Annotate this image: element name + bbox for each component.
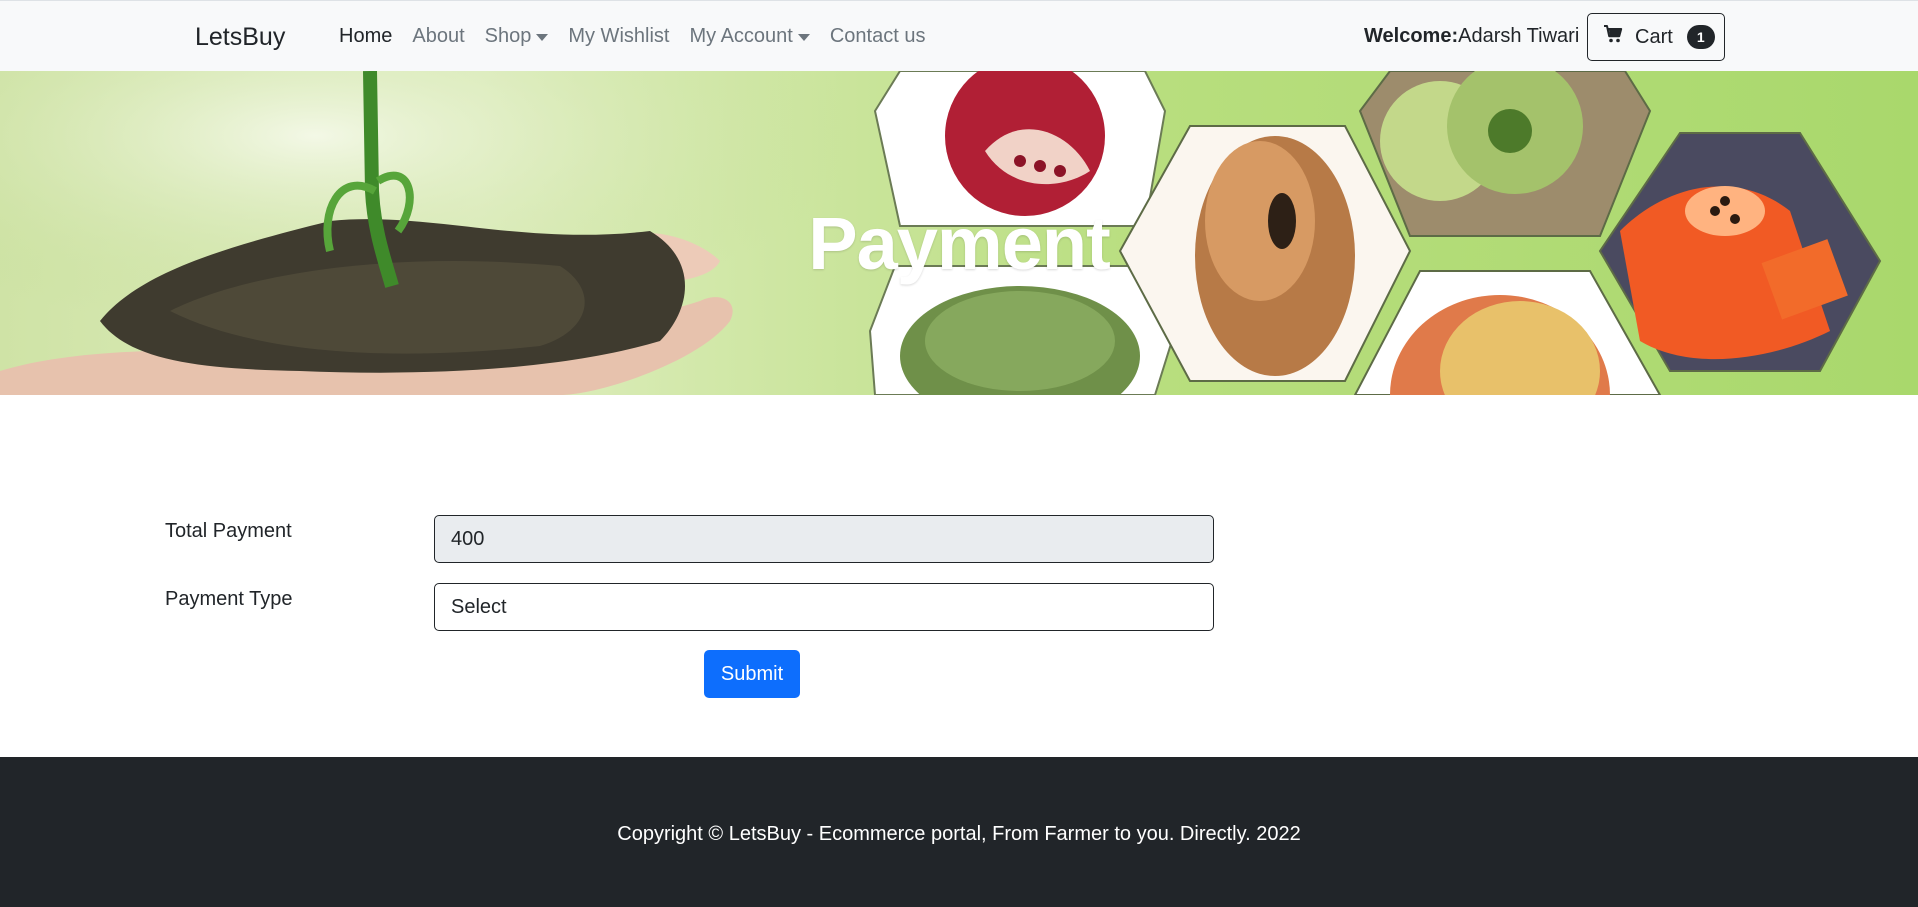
nav-contact-us[interactable]: Contact us bbox=[830, 25, 926, 48]
page-title: Payment bbox=[808, 202, 1110, 285]
navbar: LetsBuy Home About Shop My Wishlist My A… bbox=[0, 0, 1918, 71]
submit-button[interactable]: Submit bbox=[704, 650, 800, 698]
hero-banner: Payment bbox=[0, 71, 1918, 395]
total-payment-field: 400 bbox=[434, 515, 1214, 563]
payment-type-select[interactable]: Select bbox=[434, 583, 1214, 631]
nav-my-account-dropdown[interactable]: My Account bbox=[689, 25, 810, 48]
payment-type-label: Payment Type bbox=[165, 588, 293, 610]
footer: Copyright © LetsBuy - Ecommerce portal, … bbox=[0, 757, 1918, 907]
nav-home[interactable]: Home bbox=[339, 25, 392, 48]
cart-count-badge: 1 bbox=[1686, 25, 1715, 49]
nav-shop-label: Shop bbox=[484, 25, 532, 47]
main-nav: Home About Shop My Wishlist My Account C… bbox=[339, 25, 925, 48]
nav-my-wishlist[interactable]: My Wishlist bbox=[568, 25, 669, 48]
copyright-text: Copyright © LetsBuy - Ecommerce portal, … bbox=[617, 823, 1301, 845]
brand-logo-link[interactable]: LetsBuy bbox=[195, 23, 285, 52]
user-name: Adarsh Tiwari bbox=[1458, 25, 1580, 47]
welcome-label: Welcome: bbox=[1364, 25, 1459, 47]
caret-down-icon bbox=[536, 34, 549, 41]
total-payment-label: Total Payment bbox=[165, 520, 292, 542]
welcome-message: Welcome:Adarsh Tiwari bbox=[1364, 25, 1579, 48]
nav-about[interactable]: About bbox=[412, 25, 464, 48]
cart-icon bbox=[1603, 25, 1623, 49]
cart-label: Cart bbox=[1635, 25, 1673, 48]
caret-down-icon bbox=[797, 34, 810, 41]
cart-button[interactable]: Cart 1 bbox=[1587, 13, 1725, 61]
nav-shop-dropdown[interactable]: Shop bbox=[485, 25, 549, 48]
nav-my-account-label: My Account bbox=[689, 25, 793, 47]
